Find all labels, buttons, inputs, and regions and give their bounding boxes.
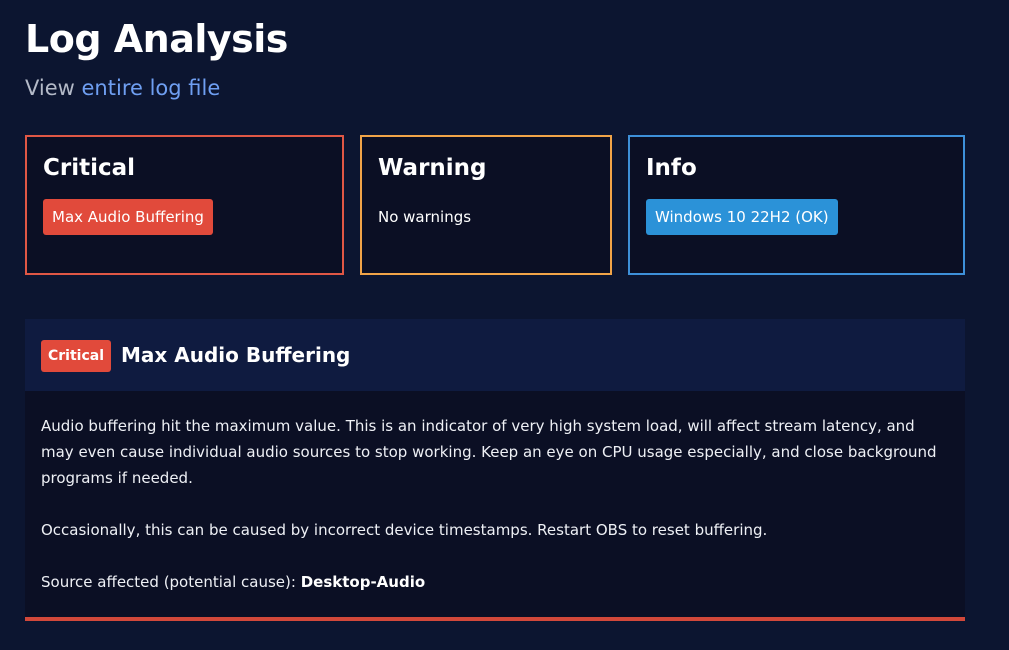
log-analysis-page: Log Analysis View entire log file Critic… bbox=[0, 0, 1009, 650]
source-affected-label: Source affected (potential cause): bbox=[41, 573, 301, 591]
no-warnings-text: No warnings bbox=[378, 208, 472, 226]
warning-summary-card: Warning No warnings bbox=[360, 135, 612, 275]
issue-paragraph: Audio buffering hit the maximum value. T… bbox=[41, 417, 937, 487]
issue-paragraph: Occasionally, this can be caused by inco… bbox=[41, 521, 768, 539]
info-item-pill[interactable]: Windows 10 22H2 (OK) bbox=[646, 199, 838, 235]
critical-item-pill[interactable]: Max Audio Buffering bbox=[43, 199, 213, 235]
info-summary-card: Info Windows 10 22H2 (OK) bbox=[628, 135, 965, 275]
source-affected-value: Desktop-Audio bbox=[300, 573, 426, 591]
critical-card-title: Critical bbox=[43, 155, 136, 181]
view-log-link[interactable]: entire log file bbox=[82, 76, 221, 100]
severity-badge: Critical bbox=[41, 340, 112, 372]
critical-summary-card: Critical Max Audio Buffering bbox=[25, 135, 344, 275]
issue-description: Audio buffering hit the maximum value. T… bbox=[41, 413, 946, 595]
info-card-title: Info bbox=[646, 155, 697, 181]
page-title: Log Analysis bbox=[25, 17, 288, 61]
view-log-prefix: View bbox=[25, 76, 82, 100]
view-log-line: View entire log file bbox=[25, 72, 220, 104]
issue-detail-header: Critical Max Audio Buffering bbox=[25, 319, 965, 391]
issue-title: Max Audio Buffering bbox=[121, 343, 351, 367]
issue-detail-panel: Critical Max Audio Buffering Audio buffe… bbox=[25, 319, 965, 621]
source-affected-line: Source affected (potential cause): Deskt… bbox=[41, 569, 946, 595]
warning-card-title: Warning bbox=[378, 155, 487, 181]
